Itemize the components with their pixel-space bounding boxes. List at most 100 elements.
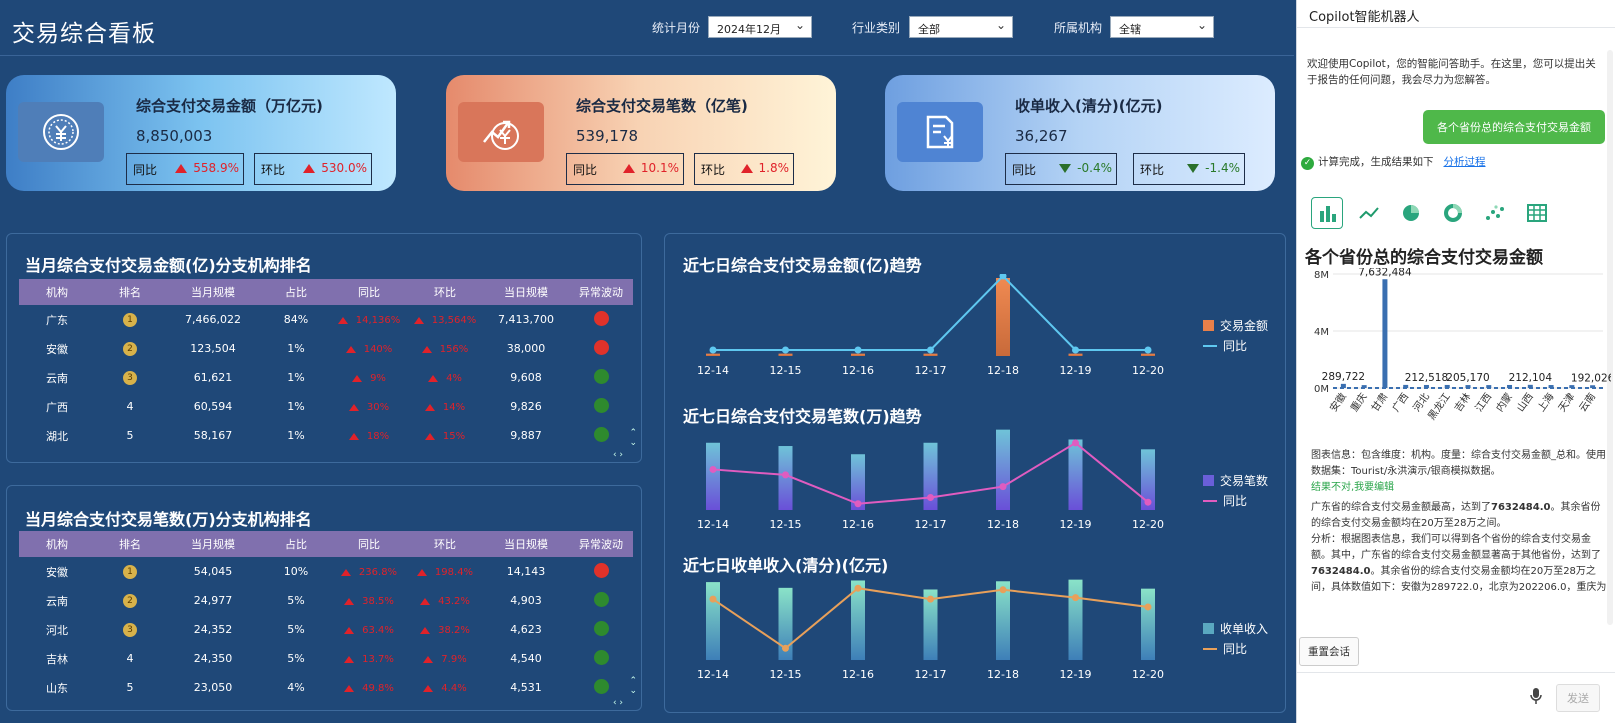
flag-cell (569, 586, 633, 615)
up-arrow-icon (420, 627, 431, 634)
line-point (1144, 498, 1152, 506)
column-header[interactable]: 占比 (261, 531, 331, 557)
rank-count-table: 机构 排名 当月规模 占比 同比 环比 当日规模 异常波动 安徽 1 54,045 10% 236.8… (19, 531, 633, 702)
page-arrows[interactable]: ‹ › (613, 698, 623, 708)
up-arrow-icon (423, 656, 434, 663)
industry-filter-select[interactable]: 全部 ⌄ (909, 16, 1013, 38)
trend-income-chart: 12-14 12-15 12-16 12-17 12-18 12-19 12-20 (697, 579, 1164, 681)
feedback-link[interactable]: 结果不对,我要编辑 (1311, 480, 1607, 496)
medal-icon: 1 (123, 565, 137, 579)
x-tick-label: 12-14 (697, 668, 729, 681)
column-header[interactable]: 同比 (331, 531, 407, 557)
legend-count-bar: 交易笔数 (1203, 472, 1268, 489)
scroll-arrows-icon[interactable]: ⌃ ⌄ (629, 428, 637, 448)
chart-type-toolbar (1311, 197, 1601, 229)
medal-icon: 3 (123, 371, 137, 385)
up-arrow-icon (424, 433, 435, 440)
scroll-arrows-icon[interactable]: ⌃ ⌄ (629, 676, 637, 696)
column-header[interactable]: 当日规模 (483, 279, 569, 305)
chat-input-bar[interactable]: 发送 (1297, 672, 1615, 723)
line-point (782, 346, 789, 354)
legend-label: 同比 (1223, 494, 1248, 508)
bar (1141, 588, 1155, 660)
rank-amount-panel: 当月综合支付交易金额(亿)分支机构排名 机构 排名 当月规模 占比 同比 环比 当日规模 异常… (6, 233, 642, 463)
share-cell: 10% (283, 565, 309, 578)
yoy-value: 18% (348, 431, 389, 442)
pie-chart-icon[interactable] (1395, 197, 1427, 229)
table-row: 山东 5 23,050 4% 49.8% 4.4% 4,531 (19, 673, 633, 702)
status-line: ✓ 计算完成，生成结果如下 分析过程 (1301, 154, 1486, 170)
x-tick-label: 江西 (1473, 391, 1494, 414)
column-header[interactable]: 排名 (95, 279, 165, 305)
mom-cell: 4% (407, 363, 483, 392)
yoy-cell: 14,136% (331, 305, 407, 334)
trend-panel: 近七日综合支付交易金额(亿)趋势 12-14 12-15 12-16 12-17 12-… (664, 233, 1286, 713)
bar-chart-icon[interactable] (1311, 197, 1343, 229)
x-tick-label: 重庆 (1347, 390, 1369, 414)
month-cell: 58,167 (193, 429, 233, 442)
send-button[interactable]: 发送 (1556, 684, 1600, 712)
kpi-title: 收单收入(清分)(亿元) (1015, 97, 1163, 115)
column-header[interactable]: 环比 (407, 279, 483, 305)
yoy-value: 38.5% (344, 596, 394, 607)
share-cell: 5% (287, 652, 305, 665)
day-cell: 9,608 (510, 371, 542, 384)
column-header[interactable]: 异常波动 (569, 279, 633, 305)
detail-text: 分析：根据图表信息，我们可以得到各个省份的综合支付交易金额。其中，广东省的综合支… (1311, 534, 1601, 561)
rank-cell: 1 (95, 557, 165, 586)
table-icon[interactable] (1521, 197, 1553, 229)
microphone-icon[interactable] (1529, 687, 1543, 705)
column-header[interactable]: 同比 (331, 279, 407, 305)
up-arrow-icon (303, 164, 316, 173)
reset-session-button[interactable]: 重置会话 (1299, 637, 1359, 666)
column-header[interactable]: 当月规模 (165, 279, 261, 305)
line-chart-icon[interactable] (1353, 197, 1385, 229)
bar (1068, 353, 1083, 356)
anomaly-indicator (593, 397, 609, 413)
bar (1141, 353, 1155, 356)
column-header[interactable]: 当日规模 (483, 531, 569, 557)
scatter-chart-icon[interactable] (1479, 197, 1511, 229)
kpi-yoy: 同比 10.1% (566, 153, 684, 185)
header: 交易综合看板 统计月份 2024年12月 ⌄ 行业类别 全部 ⌄ 所属机构 全辖 ⌄ (0, 0, 1294, 56)
x-tick-label: 12-16 (842, 364, 874, 377)
anomaly-indicator (593, 368, 609, 384)
day-cell: 9,887 (510, 429, 542, 442)
share-cell: 1% (287, 400, 305, 413)
column-header[interactable]: 异常波动 (569, 531, 633, 557)
column-header[interactable]: 机构 (19, 279, 95, 305)
kpi-value: 539,178 (576, 127, 639, 145)
chevron-down-icon: ⌄ (995, 18, 1006, 32)
donut-chart-icon[interactable] (1437, 197, 1469, 229)
org-cell: 湖北 (46, 429, 68, 443)
day-cell: 14,143 (506, 565, 546, 578)
org-filter-select[interactable]: 全辖 ⌄ (1110, 16, 1214, 38)
month-filter-label: 统计月份 (652, 21, 701, 35)
column-header[interactable]: 当月规模 (165, 531, 261, 557)
up-arrow-icon (344, 627, 355, 634)
x-tick-label: 甘肃 (1368, 390, 1390, 414)
line-point (854, 500, 862, 508)
down-arrow-icon (1059, 164, 1072, 173)
trend-amount-title: 近七日综合支付交易金额(亿)趋势 (683, 256, 922, 275)
yuan-growth-icon (458, 102, 544, 162)
yoy-cell: 9% (331, 363, 407, 392)
column-header[interactable]: 环比 (407, 531, 483, 557)
yoy-value: 63.4% (344, 625, 394, 636)
table-row: 安徽 2 123,504 1% 140% 156% 38,000 (19, 334, 633, 363)
page-arrows[interactable]: ‹ › (613, 450, 623, 460)
column-header[interactable]: 机构 (19, 531, 95, 557)
share-cell: 1% (287, 371, 305, 384)
up-arrow-icon (423, 685, 434, 692)
analysis-link[interactable]: 分析过程 (1444, 156, 1486, 168)
column-header[interactable]: 排名 (95, 531, 165, 557)
month-filter-select[interactable]: 2024年12月 ⌄ (708, 16, 812, 38)
rank-cell: 5 (126, 429, 134, 442)
mom-cell: 38.2% (407, 615, 483, 644)
org-filter-value: 全辖 (1119, 23, 1141, 36)
x-tick-label: 山西 (1514, 391, 1535, 414)
column-header[interactable]: 占比 (261, 279, 331, 305)
mom-cell: 156% (407, 334, 483, 363)
yoy-value: 13.7% (344, 654, 394, 665)
detail-value: 7632484.0 (1311, 566, 1371, 577)
